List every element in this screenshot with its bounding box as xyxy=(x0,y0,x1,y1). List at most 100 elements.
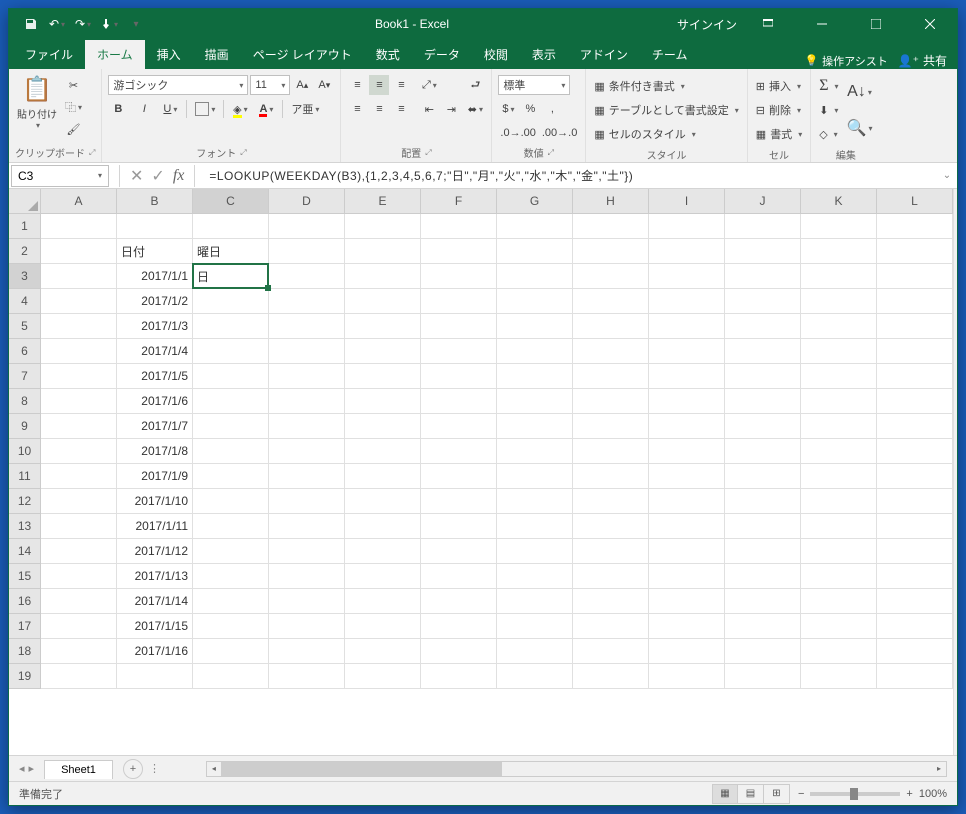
cell[interactable] xyxy=(497,639,573,664)
cell[interactable] xyxy=(269,289,345,314)
cell[interactable] xyxy=(801,664,877,689)
column-header[interactable]: F xyxy=(421,189,497,214)
cell[interactable] xyxy=(725,589,801,614)
cell[interactable] xyxy=(497,389,573,414)
cell[interactable] xyxy=(41,214,117,239)
ribbon-display-icon[interactable] xyxy=(745,9,791,39)
cell[interactable] xyxy=(269,314,345,339)
zoom-out-button[interactable]: − xyxy=(798,788,804,800)
cell[interactable] xyxy=(193,639,269,664)
cell[interactable] xyxy=(41,639,117,664)
insert-function-icon[interactable]: fx xyxy=(173,167,185,185)
cell[interactable] xyxy=(345,589,421,614)
cell[interactable] xyxy=(877,664,953,689)
column-header[interactable]: D xyxy=(269,189,345,214)
cell[interactable]: 2017/1/15 xyxy=(117,614,193,639)
cell[interactable] xyxy=(421,339,497,364)
select-all-corner[interactable] xyxy=(9,189,41,214)
cell[interactable] xyxy=(345,264,421,289)
cell[interactable] xyxy=(421,364,497,389)
cell[interactable] xyxy=(573,564,649,589)
tab-insert[interactable]: 挿入 xyxy=(145,40,193,69)
formula-input[interactable]: =LOOKUP(WEEKDAY(B3),{1,2,3,4,5,6,7;"日","… xyxy=(205,167,937,184)
insert-cells-button[interactable]: ⊞挿入▾ xyxy=(754,75,804,97)
cell[interactable] xyxy=(649,214,725,239)
orientation-button[interactable]: ⤢▾ xyxy=(419,75,439,95)
cell[interactable] xyxy=(421,239,497,264)
cell[interactable] xyxy=(725,489,801,514)
cell[interactable] xyxy=(345,664,421,689)
cell[interactable] xyxy=(193,389,269,414)
cell[interactable] xyxy=(649,364,725,389)
cell[interactable] xyxy=(497,514,573,539)
cell[interactable] xyxy=(649,639,725,664)
cell[interactable] xyxy=(421,289,497,314)
cell[interactable] xyxy=(649,314,725,339)
cell[interactable] xyxy=(41,239,117,264)
number-dialog-launcher[interactable]: ⤢ xyxy=(548,148,554,158)
cell[interactable] xyxy=(725,539,801,564)
cell[interactable] xyxy=(725,289,801,314)
cell[interactable]: 日付 xyxy=(117,239,193,264)
cell[interactable] xyxy=(573,214,649,239)
cell[interactable] xyxy=(345,214,421,239)
cell[interactable] xyxy=(573,489,649,514)
cell[interactable] xyxy=(573,339,649,364)
border-button[interactable]: ▾ xyxy=(193,99,217,119)
cell[interactable] xyxy=(573,314,649,339)
column-header[interactable]: E xyxy=(345,189,421,214)
autosum-button[interactable]: Σ▾ xyxy=(817,75,840,97)
cell[interactable] xyxy=(269,539,345,564)
underline-button[interactable]: U▾ xyxy=(160,99,180,119)
cell[interactable] xyxy=(421,539,497,564)
tab-file[interactable]: ファイル xyxy=(13,40,85,69)
view-page-break-button[interactable]: ⊞ xyxy=(764,784,790,804)
align-middle-button[interactable]: ≡ xyxy=(369,75,389,95)
cell[interactable] xyxy=(497,564,573,589)
bold-button[interactable]: B xyxy=(108,99,128,119)
cell[interactable] xyxy=(877,564,953,589)
cell[interactable] xyxy=(345,389,421,414)
cell[interactable] xyxy=(41,589,117,614)
cell[interactable] xyxy=(41,439,117,464)
row-header[interactable]: 7 xyxy=(9,364,41,389)
cell[interactable] xyxy=(725,514,801,539)
cell[interactable] xyxy=(877,439,953,464)
row-header[interactable]: 1 xyxy=(9,214,41,239)
cell[interactable] xyxy=(801,489,877,514)
cell[interactable] xyxy=(41,414,117,439)
cell[interactable] xyxy=(573,614,649,639)
row-header[interactable]: 10 xyxy=(9,439,41,464)
zoom-in-button[interactable]: + xyxy=(906,788,912,800)
row-header[interactable]: 12 xyxy=(9,489,41,514)
format-as-table-button[interactable]: ▦テーブルとして書式設定▾ xyxy=(592,99,740,121)
percent-format-button[interactable]: % xyxy=(520,99,540,119)
column-header[interactable]: L xyxy=(877,189,953,214)
decrease-decimal-button[interactable]: .00→.0 xyxy=(540,123,579,143)
phonetic-button[interactable]: ア亜▾ xyxy=(289,99,321,119)
align-bottom-button[interactable]: ≡ xyxy=(391,75,411,95)
cell[interactable] xyxy=(41,289,117,314)
cell[interactable] xyxy=(345,489,421,514)
cell[interactable] xyxy=(801,289,877,314)
cell[interactable] xyxy=(269,489,345,514)
align-top-button[interactable]: ≡ xyxy=(347,75,367,95)
cell[interactable] xyxy=(193,489,269,514)
cell[interactable] xyxy=(269,364,345,389)
clipboard-dialog-launcher[interactable]: ⤢ xyxy=(89,148,95,158)
row-header[interactable]: 14 xyxy=(9,539,41,564)
cell[interactable] xyxy=(193,514,269,539)
cell[interactable] xyxy=(725,239,801,264)
cell[interactable] xyxy=(421,264,497,289)
row-header[interactable]: 3 xyxy=(9,264,41,289)
cell[interactable] xyxy=(877,264,953,289)
cell[interactable] xyxy=(801,239,877,264)
cell[interactable] xyxy=(877,364,953,389)
cell[interactable] xyxy=(269,514,345,539)
cell[interactable]: 2017/1/7 xyxy=(117,414,193,439)
cell[interactable] xyxy=(801,414,877,439)
signin-link[interactable]: サインイン xyxy=(677,16,737,33)
cell[interactable] xyxy=(41,364,117,389)
cell[interactable] xyxy=(421,589,497,614)
cell[interactable]: 2017/1/5 xyxy=(117,364,193,389)
